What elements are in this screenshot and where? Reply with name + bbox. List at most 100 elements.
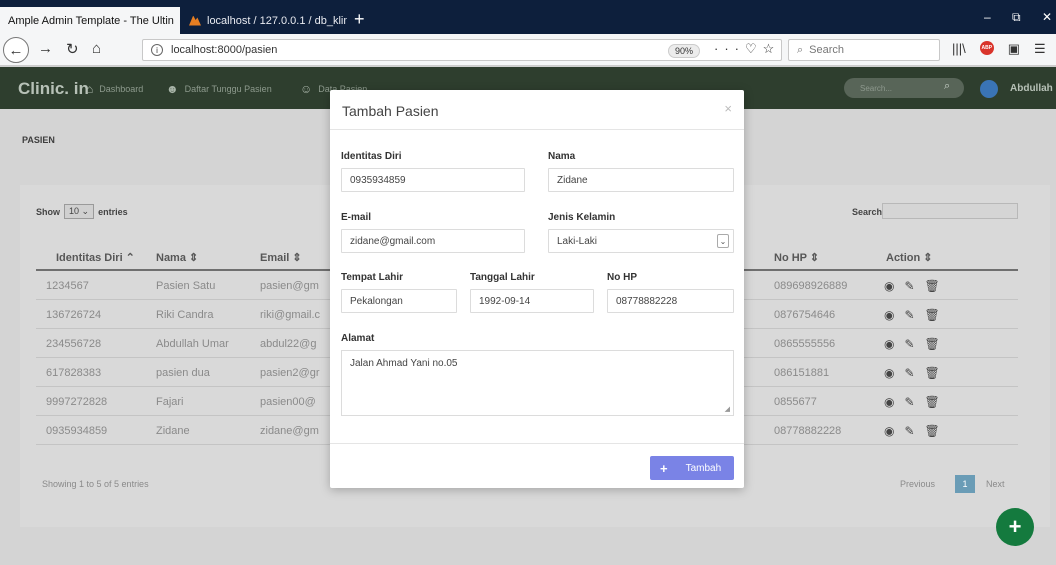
tambah-button[interactable]: + Tambah (650, 456, 734, 480)
library-icon[interactable]: |||\ (952, 41, 966, 57)
cell-identitas: 1234567 (46, 280, 89, 292)
trash-icon[interactable]: 🗑 (925, 279, 940, 293)
eye-icon[interactable]: ◉ (884, 308, 894, 322)
forward-button[interactable]: → (38, 40, 53, 57)
column-nohp[interactable]: No HP ⇕ (774, 251, 819, 264)
modal-header: Tambah Pasien × (330, 90, 744, 130)
pencil-icon[interactable]: ✎ (904, 337, 914, 351)
show-label: Show (36, 206, 60, 217)
back-button[interactable]: ← (3, 37, 29, 63)
add-fab-button[interactable]: + (996, 508, 1034, 546)
pager-current[interactable]: 1 (955, 475, 975, 493)
pager-previous[interactable]: Previous (900, 479, 935, 489)
resize-handle-icon[interactable]: ◢ (725, 405, 730, 413)
pocket-icon[interactable]: ♡ (745, 41, 763, 56)
trash-icon[interactable]: 🗑 (925, 366, 940, 380)
zoom-level[interactable]: 90% (668, 44, 701, 58)
entries-select[interactable]: 10 ⌄ (64, 204, 95, 219)
trash-icon[interactable]: 🗑 (925, 337, 940, 351)
reload-button[interactable]: ↻ (66, 40, 79, 58)
cell-nama: Riki Candra (156, 309, 214, 321)
pencil-icon[interactable]: ✎ (904, 424, 914, 438)
home-button[interactable]: ⌂ (92, 40, 101, 57)
new-tab-button[interactable]: + (354, 9, 365, 30)
row-actions: ◉ ✎ 🗑 (884, 308, 940, 322)
adblock-icon[interactable]: ABP (979, 41, 994, 55)
app-logo[interactable]: Clinic. in (18, 79, 89, 99)
alamat-value: Jalan Ahmad Yani no.05 (350, 358, 458, 369)
cell-identitas: 136726724 (46, 309, 102, 321)
pencil-icon[interactable]: ✎ (904, 279, 914, 293)
page-actions[interactable]: ···♡☆ (714, 41, 780, 57)
nav-daftar-tunggu[interactable]: ☻ Daftar Tunggu Pasien (166, 82, 272, 96)
cell-email: zidane@gm (260, 425, 319, 437)
tanggal-lahir-label: Tanggal Lahir (470, 272, 535, 283)
column-identitas[interactable]: Identitas Diri ⌃ (56, 251, 135, 264)
identitas-field[interactable]: 0935934859 (341, 168, 525, 192)
table-info: Showing 1 to 5 of 5 entries (42, 479, 149, 489)
trash-icon[interactable]: 🗑 (925, 424, 940, 438)
nama-field[interactable]: Zidane (548, 168, 734, 192)
tempat-lahir-field[interactable]: Pekalongan (341, 289, 457, 313)
minimize-button[interactable]: – (984, 10, 991, 24)
entries-label: entries (98, 206, 128, 217)
nav-dashboard[interactable]: ⌂ Dashboard (86, 82, 143, 96)
pencil-icon[interactable]: ✎ (904, 395, 914, 409)
browser-tab-phpmyadmin[interactable]: localhost / 127.0.0.1 / db_klinik ✕ (181, 7, 347, 34)
pager-next[interactable]: Next (986, 479, 1005, 489)
row-actions: ◉ ✎ 🗑 (884, 366, 940, 380)
eye-icon[interactable]: ◉ (884, 337, 894, 351)
arrow-left-icon: ← (8, 41, 24, 59)
bookmark-star-icon[interactable]: ☆ (763, 41, 781, 56)
column-email[interactable]: Email ⇕ (260, 251, 302, 264)
email-field[interactable]: zidane@gmail.com (341, 229, 525, 253)
cell-email: pasien00@ (260, 396, 316, 408)
eye-icon[interactable]: ◉ (884, 366, 894, 380)
url-text: localhost:8000/pasien (171, 44, 278, 56)
user-icon: ☺ (300, 82, 313, 96)
cell-identitas: 0935934859 (46, 425, 108, 437)
no-hp-field[interactable]: 08778882228 (607, 289, 734, 313)
close-window-button[interactable]: ✕ (1042, 10, 1052, 24)
search-icon[interactable]: ⌕ (944, 80, 950, 93)
cell-nohp: 0876754646 (774, 309, 836, 321)
user-name[interactable]: Abdullah (1010, 83, 1053, 94)
sidebar-icon[interactable]: ▣ (1008, 41, 1020, 57)
eye-icon[interactable]: ◉ (884, 279, 894, 293)
alamat-textarea[interactable]: Jalan Ahmad Yani no.05 ◢ (341, 350, 734, 416)
restore-button[interactable]: ⧉ (1012, 10, 1021, 25)
browser-toolbar: ← → ↻ ⌂ i localhost:8000/pasien 90% ···♡… (0, 34, 1056, 66)
chevron-down-icon: ⌄ (717, 234, 729, 248)
phpmyadmin-favicon-icon (189, 15, 201, 26)
browser-search-input[interactable]: ⌕ Search (788, 39, 940, 61)
jenis-kelamin-select[interactable]: Laki-Laki ⌄ (548, 229, 734, 253)
eye-icon[interactable]: ◉ (884, 424, 894, 438)
tempat-lahir-label: Tempat Lahir (341, 272, 404, 283)
browser-tab-admin[interactable]: Ample Admin Template - The Ultin ✕ (0, 7, 180, 34)
pencil-icon[interactable]: ✎ (904, 308, 914, 322)
search-placeholder: Search (809, 44, 845, 56)
pencil-icon[interactable]: ✎ (904, 366, 914, 380)
column-nama[interactable]: Nama ⇕ (156, 251, 198, 264)
cell-nama: Abdullah Umar (156, 338, 229, 350)
tanggal-lahir-field[interactable]: 1992-09-14 (470, 289, 594, 313)
cell-identitas: 234556728 (46, 338, 102, 350)
table-search-input[interactable] (882, 203, 1018, 219)
close-icon[interactable]: × (724, 101, 732, 116)
jenis-kelamin-value: Laki-Laki (557, 236, 598, 247)
nav-label: Daftar Tunggu Pasien (184, 84, 272, 94)
cell-nohp: 0855677 (774, 396, 817, 408)
trash-icon[interactable]: 🗑 (925, 308, 940, 322)
more-icon[interactable]: ··· (714, 41, 745, 56)
column-action[interactable]: Action ⇕ (886, 251, 933, 264)
show-entries-control: Show 10 ⌄ entries (36, 204, 128, 219)
cell-identitas: 9997272828 (46, 396, 108, 408)
info-icon[interactable]: i (151, 44, 163, 56)
trash-icon[interactable]: 🗑 (925, 395, 940, 409)
eye-icon[interactable]: ◉ (884, 395, 894, 409)
row-actions: ◉ ✎ 🗑 (884, 395, 940, 409)
avatar[interactable] (980, 80, 998, 98)
menu-icon[interactable]: ☰ (1034, 41, 1046, 57)
column-label: Nama (156, 252, 186, 264)
jenis-kelamin-label: Jenis Kelamin (548, 212, 616, 223)
